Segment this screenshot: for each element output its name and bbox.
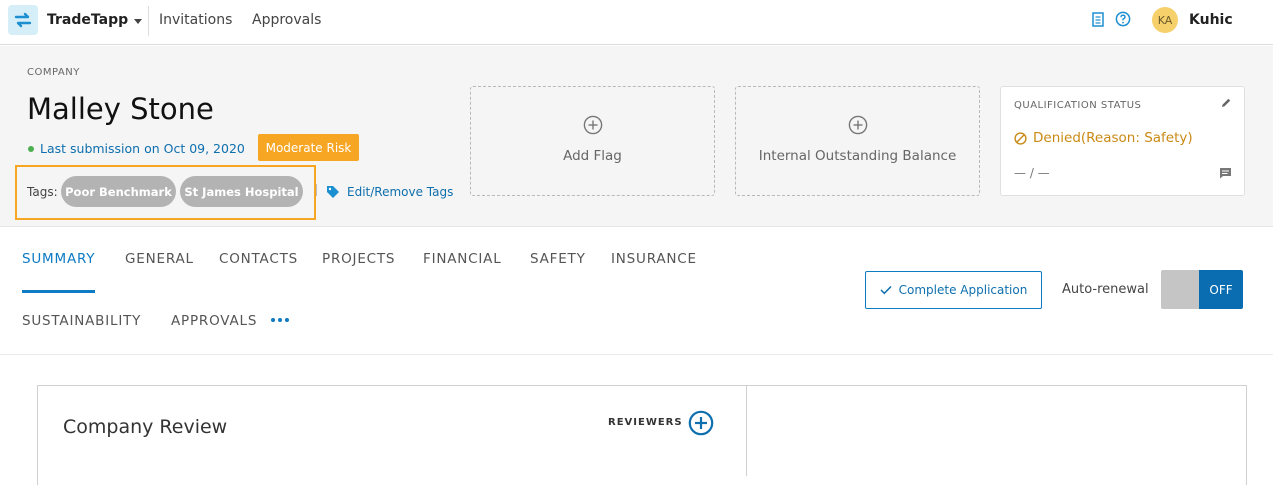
qualification-dates: — / —	[1014, 166, 1050, 180]
tab-sustainability[interactable]: SUSTAINABILITY	[22, 313, 141, 329]
chevron-down-icon	[134, 18, 143, 24]
qualification-status: Denied(Reason: Safety)	[1014, 130, 1193, 146]
top-navigation: TradeTapp Invitations Approvals KA Kuhic	[0, 0, 1273, 45]
tab-financial[interactable]: FINANCIAL	[423, 251, 502, 267]
app-switcher[interactable]: TradeTapp	[47, 12, 143, 28]
add-flag-label: Add Flag	[563, 148, 622, 164]
comment-icon[interactable]	[1219, 167, 1232, 179]
tag-poor-benchmark[interactable]: Poor Benchmark	[61, 176, 176, 207]
document-icon[interactable]	[1091, 12, 1105, 28]
qualification-status-card: QUALIFICATION STATUS Denied(Reason: Safe…	[1000, 86, 1245, 196]
tag-st-james-hospital[interactable]: St James Hospital	[180, 176, 303, 207]
company-review-title: Company Review	[63, 416, 228, 438]
status-dot-icon	[28, 145, 34, 152]
tab-projects[interactable]: PROJECTS	[322, 251, 395, 267]
tradetapp-logo-icon[interactable]	[8, 5, 38, 35]
tab-summary[interactable]: SUMMARY	[22, 251, 95, 267]
tab-approvals[interactable]: APPROVALS	[171, 313, 257, 329]
tag-icon	[327, 186, 339, 198]
tab-safety[interactable]: SAFETY	[530, 251, 586, 267]
add-circle-icon	[848, 115, 867, 135]
toggle-state: OFF	[1199, 270, 1243, 309]
outstanding-balance-card[interactable]: Internal Outstanding Balance	[735, 86, 980, 196]
nav-link-invitations[interactable]: Invitations	[159, 12, 232, 28]
pencil-icon[interactable]	[1220, 97, 1232, 109]
add-circle-icon	[583, 115, 602, 135]
company-label: COMPANY	[27, 67, 80, 78]
risk-badge: Moderate Risk	[258, 134, 359, 161]
auto-renewal-label: Auto-renewal	[1062, 282, 1149, 297]
company-header: COMPANY Malley Stone Last submission on …	[0, 46, 1273, 227]
tags-divider	[316, 184, 317, 196]
nav-divider	[148, 6, 149, 36]
checkmark-icon	[880, 285, 892, 295]
section-divider	[0, 354, 1273, 355]
edit-tags-label: Edit/Remove Tags	[347, 185, 454, 199]
nav-link-approvals[interactable]: Approvals	[252, 12, 321, 28]
page-title: Malley Stone	[27, 92, 214, 126]
reviewers-label: REVIEWERS	[608, 417, 683, 428]
toggle-knob	[1161, 270, 1199, 309]
complete-application-button[interactable]: Complete Application	[865, 271, 1042, 309]
qualification-status-text: Denied(Reason: Safety)	[1033, 130, 1193, 146]
user-name[interactable]: Kuhic	[1189, 12, 1233, 28]
tab-insurance[interactable]: INSURANCE	[611, 251, 697, 267]
qualification-title: QUALIFICATION STATUS	[1014, 100, 1142, 111]
app-name-label: TradeTapp	[47, 12, 129, 28]
tags-label: Tags:	[27, 185, 58, 199]
outstanding-balance-label: Internal Outstanding Balance	[758, 148, 957, 164]
denied-icon	[1014, 131, 1027, 145]
edit-tags-link[interactable]: Edit/Remove Tags	[326, 185, 453, 199]
help-icon[interactable]	[1115, 11, 1131, 27]
more-tabs-icon[interactable]	[271, 318, 289, 322]
review-panel-divider	[746, 386, 747, 476]
add-flag-card[interactable]: Add Flag	[470, 86, 715, 196]
active-tab-indicator	[22, 290, 95, 293]
last-submission-text: Last submission on Oct 09, 2020	[40, 141, 245, 156]
tab-general[interactable]: GENERAL	[125, 251, 194, 267]
add-reviewer-icon[interactable]	[688, 410, 714, 436]
auto-renewal-toggle[interactable]: OFF	[1161, 270, 1243, 309]
complete-application-label: Complete Application	[898, 283, 1028, 297]
avatar[interactable]: KA	[1152, 7, 1178, 33]
tab-contacts[interactable]: CONTACTS	[219, 251, 298, 267]
last-submission-link[interactable]: Last submission on Oct 09, 2020	[28, 141, 245, 156]
